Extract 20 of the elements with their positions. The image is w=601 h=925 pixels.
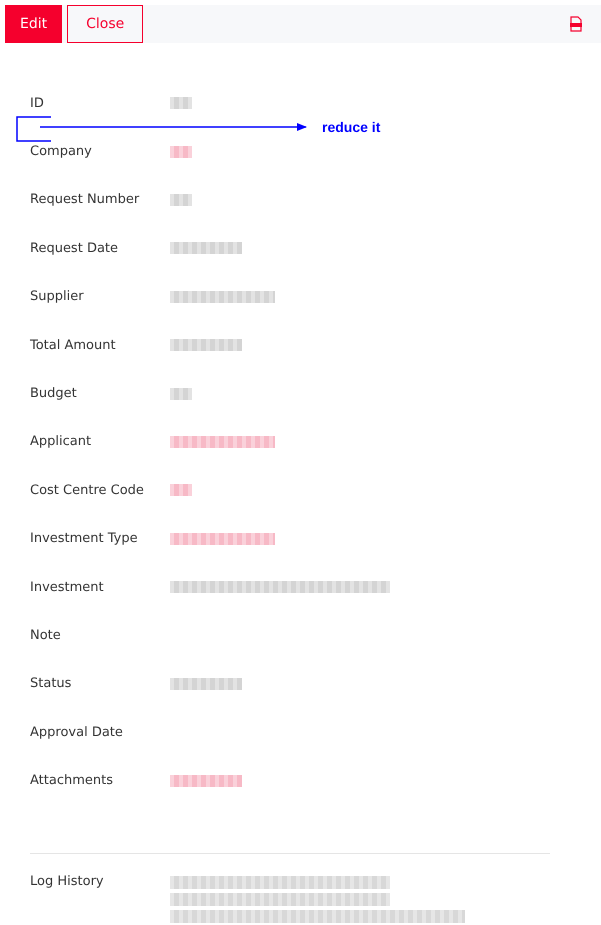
field-label: Request Date: [30, 240, 120, 256]
field-label: Investment: [30, 580, 105, 595]
field-label: Company: [30, 144, 93, 160]
field-label: Investment Type: [30, 531, 139, 546]
pdf-file-icon[interactable]: [569, 16, 583, 32]
field-label: Cost Centre Code: [30, 482, 145, 498]
field-label: Supplier: [30, 289, 85, 304]
field-label: Log History: [30, 874, 105, 889]
field-label: Status: [30, 676, 72, 692]
field-label: Budget: [30, 386, 78, 402]
close-button[interactable]: Close: [67, 5, 144, 43]
field-label: Applicant: [30, 434, 92, 450]
field-label: Request Number: [30, 192, 140, 208]
field-label: Total Amount: [30, 338, 117, 353]
field-label: ID: [30, 96, 45, 111]
field-label: Note: [30, 628, 62, 643]
field-label: Approval Date: [30, 724, 124, 740]
annotation-text: reduce it: [322, 119, 380, 135]
field-label: Attachments: [30, 773, 114, 788]
edit-button[interactable]: Edit: [5, 5, 62, 43]
